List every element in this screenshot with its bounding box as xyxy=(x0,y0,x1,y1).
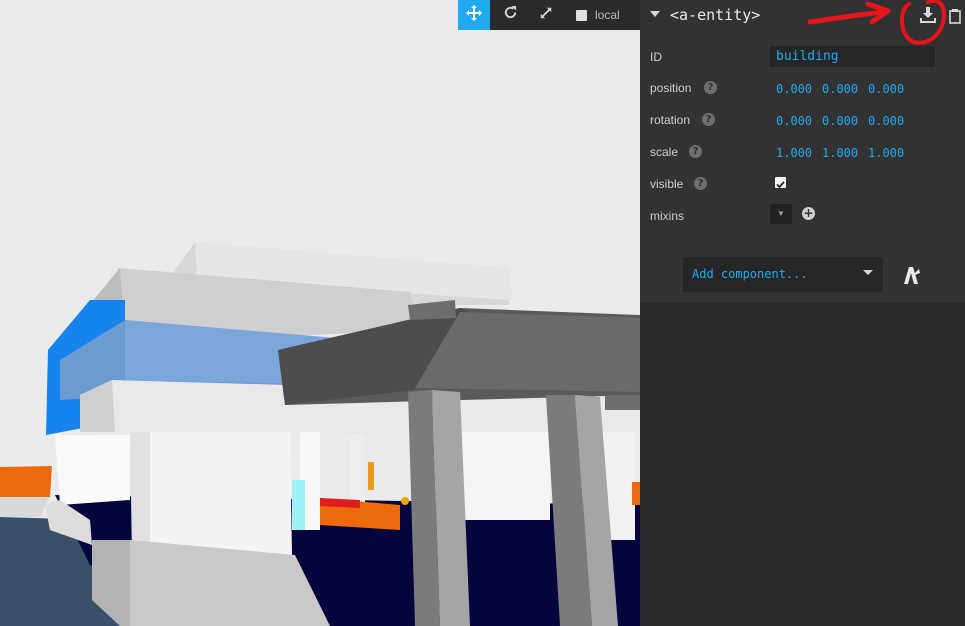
visible-label: visible xyxy=(650,177,684,191)
help-icon[interactable]: ? xyxy=(689,145,702,158)
scale-y-input[interactable]: 1.000 xyxy=(822,144,860,162)
position-z-input[interactable]: 0.000 xyxy=(868,80,906,98)
rotation-label: rotation xyxy=(650,113,691,127)
scale-z-input[interactable]: 1.000 xyxy=(868,144,906,162)
collapse-caret-icon[interactable] xyxy=(650,11,660,17)
position-x-input[interactable]: 0.000 xyxy=(776,80,814,98)
add-mixin-icon[interactable]: + xyxy=(802,207,815,220)
add-component-select[interactable]: Add component... xyxy=(683,257,883,292)
help-icon[interactable]: ? xyxy=(704,81,717,94)
translate-button[interactable] xyxy=(458,0,490,30)
scene-viewport[interactable] xyxy=(0,0,640,626)
clipboard-icon[interactable] xyxy=(948,8,962,24)
transform-toolbar: local xyxy=(458,0,640,30)
rotation-x-input[interactable]: 0.000 xyxy=(776,112,814,130)
rotation-z-input[interactable]: 0.000 xyxy=(868,112,906,130)
move-icon xyxy=(466,4,482,26)
download-icon[interactable] xyxy=(920,6,936,24)
entity-title: <a-entity> xyxy=(670,6,761,24)
mixins-label: mixins xyxy=(650,209,685,223)
help-icon[interactable]: ? xyxy=(702,113,715,126)
local-space-toggle[interactable]: local xyxy=(576,0,620,30)
rotation-y-input[interactable]: 0.000 xyxy=(822,112,860,130)
scale-button[interactable] xyxy=(530,0,562,30)
aframe-registry-icon[interactable] xyxy=(900,264,922,286)
chevron-down-icon xyxy=(863,270,873,275)
scale-x-input[interactable]: 1.000 xyxy=(776,144,814,162)
id-label: ID xyxy=(650,50,662,64)
rotate-button[interactable] xyxy=(494,0,526,30)
scale-label: scale xyxy=(650,145,679,159)
rotate-icon xyxy=(503,5,518,25)
visible-checkbox[interactable] xyxy=(775,177,786,189)
add-component-label: Add component... xyxy=(692,267,808,281)
position-y-input[interactable]: 0.000 xyxy=(822,80,860,98)
expand-icon xyxy=(539,6,553,25)
local-label: local xyxy=(595,8,620,22)
entity-header: <a-entity> xyxy=(640,0,965,30)
position-label: position xyxy=(650,81,692,95)
local-checkbox[interactable] xyxy=(576,9,587,21)
building-3d-render xyxy=(0,242,640,626)
help-icon[interactable]: ? xyxy=(694,177,707,190)
mixins-select[interactable]: ▼ xyxy=(770,204,792,224)
id-field[interactable]: building xyxy=(770,46,935,67)
